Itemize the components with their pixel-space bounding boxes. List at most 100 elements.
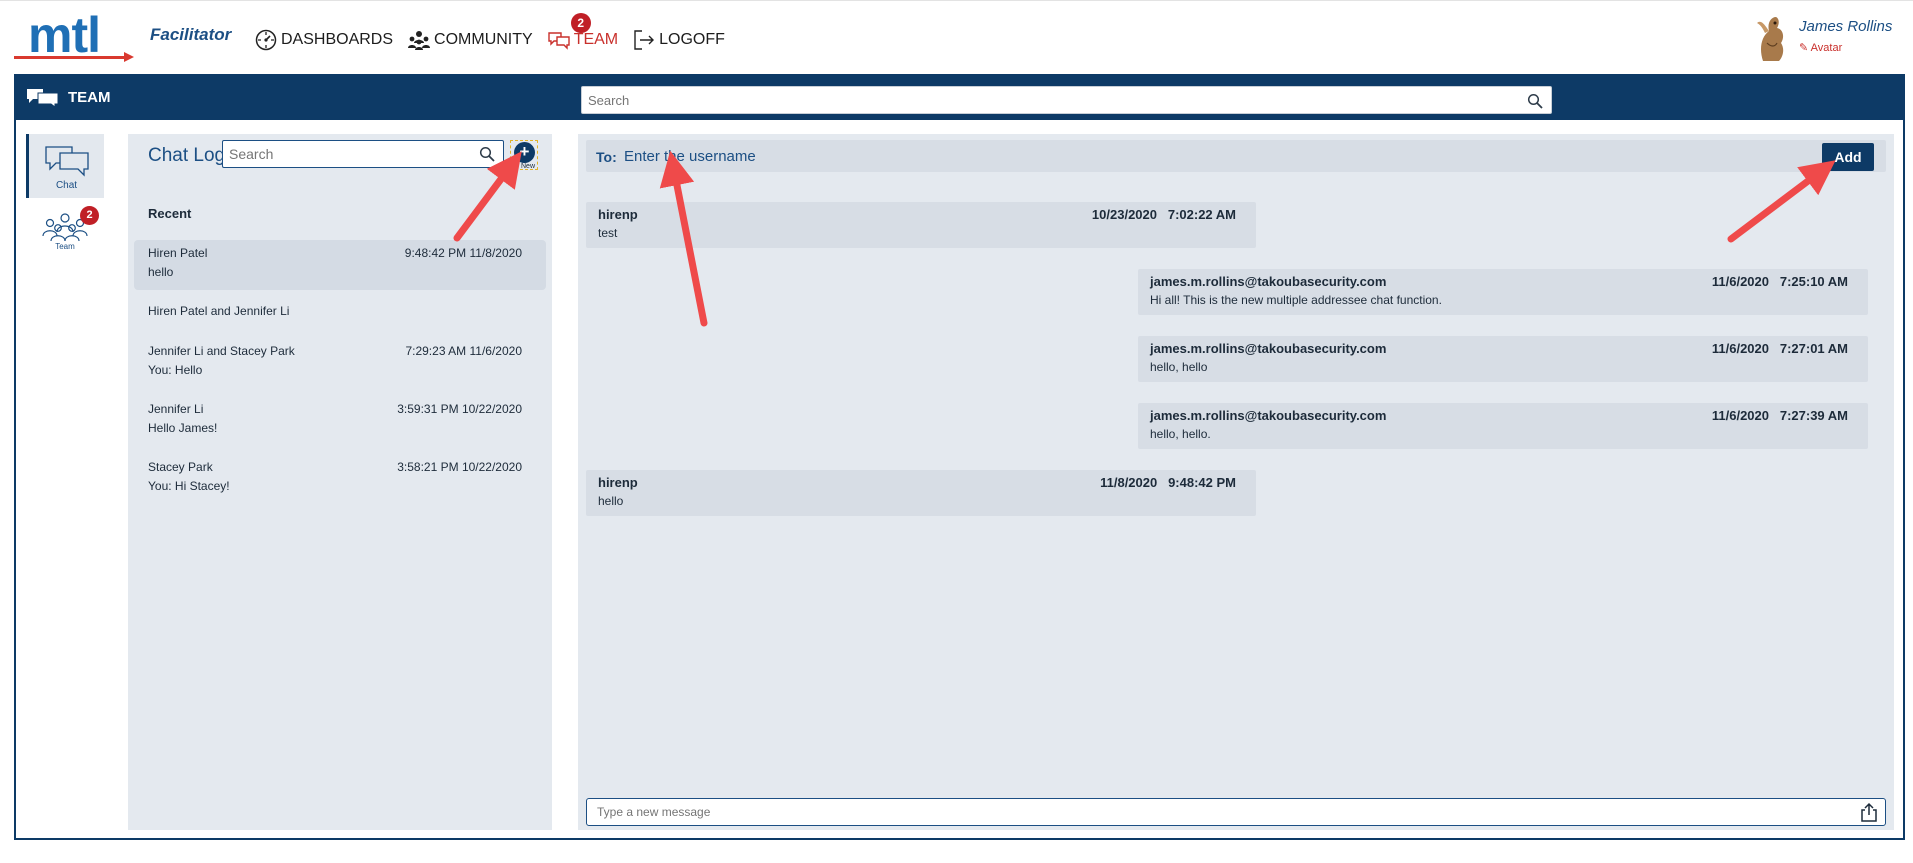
search-icon[interactable] bbox=[479, 146, 495, 162]
message-sender: james.m.rollins@takoubasecurity.com bbox=[1150, 274, 1387, 289]
message-bubble: hirenp 10/23/2020 7:02:22 AM test bbox=[586, 202, 1256, 248]
rail-team-tab[interactable]: 2 Team bbox=[26, 206, 104, 256]
recipient-row: To: Add bbox=[586, 140, 1886, 172]
message-date: 11/6/2020 bbox=[1711, 274, 1769, 289]
message-text: hello, hello bbox=[1150, 360, 1208, 374]
share-icon[interactable] bbox=[1859, 802, 1879, 822]
team-header-bar: TEAM bbox=[16, 76, 1903, 120]
conversation-time: 9:48:42 PM 11/8/2020 bbox=[404, 246, 522, 260]
avatar-link[interactable]: ✎ Avatar bbox=[1799, 41, 1842, 54]
message-text: test bbox=[598, 226, 618, 240]
user-profile[interactable]: James Rollins ✎ Avatar bbox=[1749, 13, 1899, 65]
new-chat-button[interactable]: + New bbox=[510, 140, 538, 170]
message-input[interactable] bbox=[587, 799, 1837, 825]
avatar-link-label: Avatar bbox=[1810, 42, 1843, 54]
rail-chat-tab[interactable]: Chat bbox=[26, 134, 104, 198]
conversation-preview: You: Hello bbox=[148, 363, 203, 377]
team-title-label: TEAM bbox=[68, 88, 111, 106]
global-search-input[interactable] bbox=[582, 87, 1512, 113]
nav-community-label: COMMUNITY bbox=[434, 31, 533, 48]
message-time: 7:25:10 AM bbox=[1779, 274, 1848, 289]
global-search[interactable] bbox=[581, 86, 1552, 114]
chat-log-search[interactable] bbox=[222, 140, 504, 168]
avatar[interactable] bbox=[1749, 13, 1793, 63]
message-text: hello bbox=[598, 494, 624, 508]
search-icon[interactable] bbox=[1527, 93, 1543, 109]
top-header: mtl Facilitator DASHBOARDS COMMUNITY 2 T… bbox=[0, 0, 1913, 74]
team-count-badge: 2 bbox=[80, 206, 99, 225]
message-timestamp: 11/6/2020 7:27:39 AM bbox=[1712, 408, 1848, 423]
team-chat-icon bbox=[547, 32, 570, 50]
message-date: 11/6/2020 bbox=[1711, 408, 1769, 423]
message-sender: hirenp bbox=[598, 475, 638, 490]
message-panel: To: Add hirenp 10/23/2020 7:02:22 AM tes… bbox=[578, 134, 1894, 830]
conversation-time: 3:58:21 PM 10/22/2020 bbox=[397, 460, 522, 474]
message-timestamp: 10/23/2020 7:02:22 AM bbox=[1092, 207, 1236, 222]
message-sender: james.m.rollins@takoubasecurity.com bbox=[1150, 341, 1387, 356]
main-nav: DASHBOARDS COMMUNITY 2 TEAM LOGOFF bbox=[254, 13, 725, 52]
message-timestamp: 11/8/2020 9:48:42 PM bbox=[1100, 475, 1236, 490]
conversation-time: 7:29:23 AM 11/6/2020 bbox=[405, 344, 522, 358]
rail-chat-label: Chat bbox=[55, 180, 78, 191]
conversation-preview: You: Hi Stacey! bbox=[148, 479, 230, 493]
chat-icon bbox=[45, 146, 89, 177]
to-label: To: bbox=[596, 149, 617, 165]
community-icon bbox=[408, 31, 431, 50]
message-time: 9:48:42 PM bbox=[1168, 475, 1236, 490]
conversation-item[interactable]: Hiren Patel and Jennifer Li bbox=[134, 298, 546, 328]
logo-underline bbox=[14, 56, 128, 59]
message-sender: james.m.rollins@takoubasecurity.com bbox=[1150, 408, 1387, 423]
nav-dashboards[interactable]: DASHBOARDS bbox=[254, 28, 393, 52]
message-text: Hi all! This is the new multiple address… bbox=[1150, 293, 1442, 307]
logo-arrowhead bbox=[124, 52, 134, 62]
message-time: 7:27:39 AM bbox=[1779, 408, 1848, 423]
message-date: 11/8/2020 bbox=[1100, 475, 1158, 490]
user-name: James Rollins bbox=[1799, 18, 1893, 35]
message-time: 7:02:22 AM bbox=[1167, 207, 1236, 222]
conversation-item[interactable]: Jennifer Li 3:59:31 PM 10/22/2020 Hello … bbox=[134, 396, 546, 444]
conversation-item[interactable]: Hiren Patel 9:48:42 PM 11/8/2020 hello bbox=[134, 240, 546, 290]
mtl-logo[interactable]: mtl bbox=[14, 7, 134, 65]
rail-team-label: Team bbox=[55, 242, 75, 251]
message-timestamp: 11/6/2020 7:25:10 AM bbox=[1712, 274, 1848, 289]
chat-log-title: Chat Log bbox=[148, 145, 226, 166]
message-bubble: james.m.rollins@takoubasecurity.com 11/6… bbox=[1138, 403, 1868, 449]
chat-log-search-input[interactable] bbox=[223, 141, 473, 167]
chat-log-panel: Chat Log + New Recent Hiren Patel 9:48:4… bbox=[128, 134, 552, 830]
compose-box[interactable] bbox=[586, 798, 1886, 826]
app-subtitle: Facilitator bbox=[150, 25, 232, 44]
conversation-item[interactable]: Stacey Park 3:58:21 PM 10/22/2020 You: H… bbox=[134, 454, 546, 502]
dashboard-icon bbox=[255, 29, 277, 51]
recent-heading: Recent bbox=[148, 206, 192, 221]
conversation-preview: hello bbox=[148, 265, 174, 279]
message-time: 7:27:01 AM bbox=[1779, 341, 1848, 356]
team-title: TEAM bbox=[26, 86, 111, 108]
message-bubble: hirenp 11/8/2020 9:48:42 PM hello bbox=[586, 470, 1256, 516]
pencil-icon: ✎ bbox=[1799, 42, 1809, 54]
new-chat-label: New bbox=[521, 163, 536, 170]
nav-team-label: TEAM bbox=[573, 31, 619, 48]
left-rail: Chat 2 Team bbox=[26, 134, 104, 254]
logoff-icon bbox=[634, 30, 655, 50]
nav-logoff-label: LOGOFF bbox=[659, 31, 725, 48]
add-recipient-button[interactable]: Add bbox=[1822, 143, 1874, 171]
conversation-time: 3:59:31 PM 10/22/2020 bbox=[397, 402, 522, 416]
logo-text: mtl bbox=[28, 7, 101, 63]
conversation-item[interactable]: Jennifer Li and Stacey Park 7:29:23 AM 1… bbox=[134, 338, 546, 386]
recipient-input[interactable] bbox=[624, 143, 1524, 169]
plus-icon: + bbox=[514, 142, 535, 163]
message-date: 11/6/2020 bbox=[1711, 341, 1769, 356]
conversation-name: Hiren Patel and Jennifer Li bbox=[148, 304, 290, 318]
message-date: 10/23/2020 bbox=[1091, 207, 1157, 222]
message-sender: hirenp bbox=[598, 207, 638, 222]
team-frame: TEAM Chat bbox=[14, 74, 1905, 840]
chat-bubbles-icon bbox=[27, 89, 59, 108]
message-bubble: james.m.rollins@takoubasecurity.com 11/6… bbox=[1138, 336, 1868, 382]
message-bubble: james.m.rollins@takoubasecurity.com 11/6… bbox=[1138, 269, 1868, 315]
nav-community[interactable]: COMMUNITY bbox=[407, 28, 533, 52]
nav-dashboards-label: DASHBOARDS bbox=[281, 31, 394, 48]
message-text: hello, hello. bbox=[1150, 427, 1211, 441]
nav-logoff[interactable]: LOGOFF bbox=[632, 28, 725, 52]
message-timestamp: 11/6/2020 7:27:01 AM bbox=[1712, 341, 1848, 356]
nav-team[interactable]: 2 TEAM bbox=[547, 13, 619, 52]
